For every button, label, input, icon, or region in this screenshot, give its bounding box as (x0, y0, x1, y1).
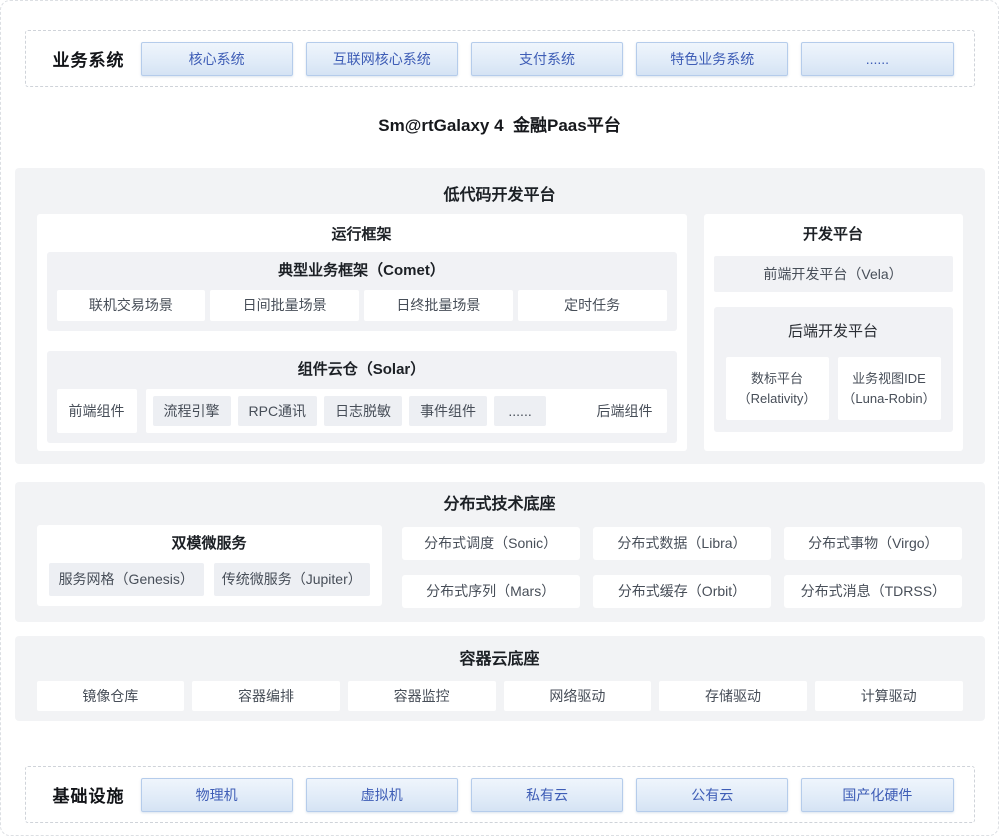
distributed-title: 分布式技术底座 (37, 490, 963, 520)
dev-platform-panel: 开发平台 前端开发平台（Vela） 后端开发平台 数标平台 （Relativit… (704, 214, 963, 451)
solar-chip-event: 事件组件 (409, 396, 487, 426)
section-container-cloud: 容器云底座 镜像仓库 容器编排 容器监控 网络驱动 存储驱动 计算驱动 (15, 636, 985, 721)
low-code-title: 低代码开发平台 (37, 181, 963, 211)
solar-backend-component-label: 后端组件 (597, 401, 653, 421)
comet-title: 典型业务框架（Comet） (57, 252, 667, 290)
dual-mode-items-row: 服务网格（Genesis） 传统微服务（Jupiter） (49, 563, 370, 596)
architecture-diagram: 业务系统 核心系统 互联网核心系统 支付系统 特色业务系统 ...... Sm@… (0, 0, 999, 836)
section-low-code-platform: 低代码开发平台 运行框架 典型业务框架（Comet） 联机交易场景 日间批量场景… (15, 168, 985, 464)
solar-items-row: 前端组件 流程引擎 RPC通讯 日志脱敏 事件组件 ...... 后端组件 (57, 389, 667, 433)
business-system-more: ...... (801, 42, 953, 76)
dev-platform-title: 开发平台 (714, 218, 953, 252)
comet-items-row: 联机交易场景 日间批量场景 日终批量场景 定时任务 (57, 290, 667, 321)
distributed-message-tdrss: 分布式消息（TDRSS） (784, 575, 962, 608)
storage-driver: 存储驱动 (659, 681, 807, 711)
business-systems-band: 业务系统 核心系统 互联网核心系统 支付系统 特色业务系统 ...... (25, 30, 975, 87)
service-mesh-genesis: 服务网格（Genesis） (49, 563, 205, 596)
distributed-body: 双模微服务 服务网格（Genesis） 传统微服务（Jupiter） 分布式调度… (37, 525, 963, 608)
public-cloud: 公有云 (636, 778, 788, 812)
relativity-line1: 数标平台 (751, 369, 803, 389)
business-system-internet-core: 互联网核心系统 (306, 42, 458, 76)
distributed-scheduling-sonic: 分布式调度（Sonic） (402, 527, 580, 560)
distributed-sequence-mars: 分布式序列（Mars） (402, 575, 580, 608)
domestic-hardware: 国产化硬件 (801, 778, 953, 812)
dual-mode-microservice-panel: 双模微服务 服务网格（Genesis） 传统微服务（Jupiter） (37, 525, 382, 606)
solar-chip-rpc: RPC通讯 (238, 396, 318, 426)
backend-dev-platform-box: 后端开发平台 数标平台 （Relativity） 业务视图IDE （Luna-R… (714, 307, 953, 432)
infrastructure-chips: 物理机 虚拟机 私有云 公有云 国产化硬件 (141, 778, 954, 812)
distributed-data-libra: 分布式数据（Libra） (593, 527, 771, 560)
container-monitoring: 容器监控 (348, 681, 496, 711)
page-title: Sm@rtGalaxy 4 金融Paas平台 (1, 111, 998, 136)
business-systems-label: 业务系统 (53, 46, 141, 71)
luna-robin-line1: 业务视图IDE (852, 369, 926, 389)
business-system-special: 特色业务系统 (636, 42, 788, 76)
physical-machine: 物理机 (141, 778, 293, 812)
virtual-machine: 虚拟机 (306, 778, 458, 812)
runtime-framework-title: 运行框架 (47, 218, 677, 252)
comet-framework-box: 典型业务框架（Comet） 联机交易场景 日间批量场景 日终批量场景 定时任务 (47, 252, 677, 331)
solar-chip-more: ...... (494, 396, 546, 426)
compute-driver: 计算驱动 (815, 681, 963, 711)
container-cloud-title: 容器云底座 (37, 645, 963, 675)
solar-chip-process-engine: 流程引擎 (153, 396, 231, 426)
traditional-microservice-jupiter: 传统微服务（Jupiter） (214, 563, 370, 596)
business-view-ide-luna-robin: 业务视图IDE （Luna-Robin） (838, 357, 941, 420)
solar-frontend-component: 前端组件 (57, 389, 137, 433)
distributed-cache-orbit: 分布式缓存（Orbit） (593, 575, 771, 608)
container-orchestration: 容器编排 (192, 681, 340, 711)
network-driver: 网络驱动 (504, 681, 652, 711)
image-registry: 镜像仓库 (37, 681, 185, 711)
luna-robin-line2: （Luna-Robin） (842, 389, 935, 409)
backend-dev-items-row: 数标平台 （Relativity） 业务视图IDE （Luna-Robin） (726, 357, 941, 420)
solar-chip-log-masking: 日志脱敏 (324, 396, 402, 426)
dual-mode-title: 双模微服务 (49, 525, 370, 563)
solar-title: 组件云仓（Solar） (57, 351, 667, 389)
distributed-transaction-virgo: 分布式事物（Virgo） (784, 527, 962, 560)
business-systems-chips: 核心系统 互联网核心系统 支付系统 特色业务系统 ...... (141, 42, 954, 76)
comet-item-eod-batch: 日终批量场景 (364, 290, 513, 321)
comet-item-scheduled-task: 定时任务 (518, 290, 667, 321)
data-standard-platform-relativity: 数标平台 （Relativity） (726, 357, 829, 420)
business-system-payment: 支付系统 (471, 42, 623, 76)
backend-dev-platform-title: 后端开发平台 (726, 307, 941, 357)
solar-component-box: 组件云仓（Solar） 前端组件 流程引擎 RPC通讯 日志脱敏 事件组件 ..… (47, 351, 677, 443)
section-distributed-base: 分布式技术底座 双模微服务 服务网格（Genesis） 传统微服务（Jupite… (15, 482, 985, 622)
relativity-line2: （Relativity） (738, 389, 817, 409)
runtime-framework-panel: 运行框架 典型业务框架（Comet） 联机交易场景 日间批量场景 日终批量场景 … (37, 214, 687, 451)
business-system-core: 核心系统 (141, 42, 293, 76)
container-cloud-items-row: 镜像仓库 容器编排 容器监控 网络驱动 存储驱动 计算驱动 (37, 681, 963, 711)
low-code-body: 运行框架 典型业务框架（Comet） 联机交易场景 日间批量场景 日终批量场景 … (37, 214, 963, 451)
frontend-dev-platform-vela: 前端开发平台（Vela） (714, 256, 953, 292)
private-cloud: 私有云 (471, 778, 623, 812)
distributed-services-grid: 分布式调度（Sonic） 分布式数据（Libra） 分布式事物（Virgo） 分… (402, 525, 963, 608)
infrastructure-label: 基础设施 (53, 782, 141, 807)
solar-backend-strip: 流程引擎 RPC通讯 日志脱敏 事件组件 ...... 后端组件 (146, 389, 667, 433)
comet-item-intraday-batch: 日间批量场景 (210, 290, 359, 321)
comet-item-online-trade: 联机交易场景 (57, 290, 206, 321)
infrastructure-band: 基础设施 物理机 虚拟机 私有云 公有云 国产化硬件 (25, 766, 975, 823)
